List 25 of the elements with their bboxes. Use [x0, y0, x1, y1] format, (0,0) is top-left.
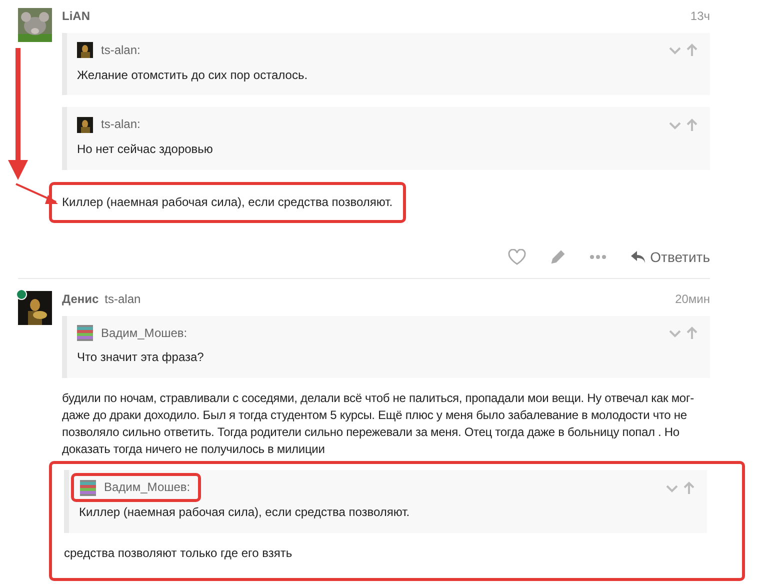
arrow-up-icon[interactable] — [683, 480, 695, 495]
quote-text: Желание отомстить до сих пор осталось. — [77, 66, 309, 84]
reply-icon — [630, 250, 646, 264]
quote-author[interactable]: ts-alan: — [101, 42, 140, 59]
post-time: 20мин — [675, 290, 710, 308]
reply-button[interactable]: Ответить — [630, 246, 710, 268]
user-title: ts-alan — [104, 292, 141, 306]
arrow-up-icon[interactable] — [686, 118, 698, 132]
more-icon[interactable] — [590, 254, 606, 260]
reply-text: средства позволяют только где его взять — [64, 546, 292, 560]
author-name[interactable]: Денис — [62, 292, 99, 306]
quote-text: Киллер (наемная рабочая сила), если средства позволяют. — [79, 504, 411, 521]
quote-author[interactable]: Вадим_Мошев: — [101, 324, 188, 342]
quote-author[interactable]: ts-alan: — [101, 116, 140, 134]
reply-text: будили по ночам, стравливали с соседями, делали всё чтоб не палиться, пропадали мои вещи. Ну отвечал как мог- даже до драки доходило. Был я тогда студентом 5 курсы. Ещё плюс у меня было забалевание в молодости что не позволяло сильно ответить. Тогда родители сильно пережевали за меня. Отец тогда даже в больницу попал . Но доказать тогда ничего не получилось в милиции — [62, 391, 694, 456]
author-name[interactable]: LiAN — [62, 9, 90, 23]
pencil-icon[interactable] — [550, 249, 566, 266]
quote-text: Но нет сейчас здоровью — [77, 141, 214, 158]
heart-icon[interactable] — [508, 249, 526, 266]
quote-text: Что значит эта фраза? — [77, 349, 205, 366]
arrow-up-icon[interactable] — [686, 326, 698, 340]
quote-author[interactable]: Вадим_Мошев: — [104, 479, 190, 496]
arrow-up-icon[interactable] — [686, 43, 698, 58]
post-time: 13ч — [690, 8, 710, 25]
highlighted-reply-text: Киллер (наемная рабочая сила), если средства позволяют. — [49, 182, 406, 223]
